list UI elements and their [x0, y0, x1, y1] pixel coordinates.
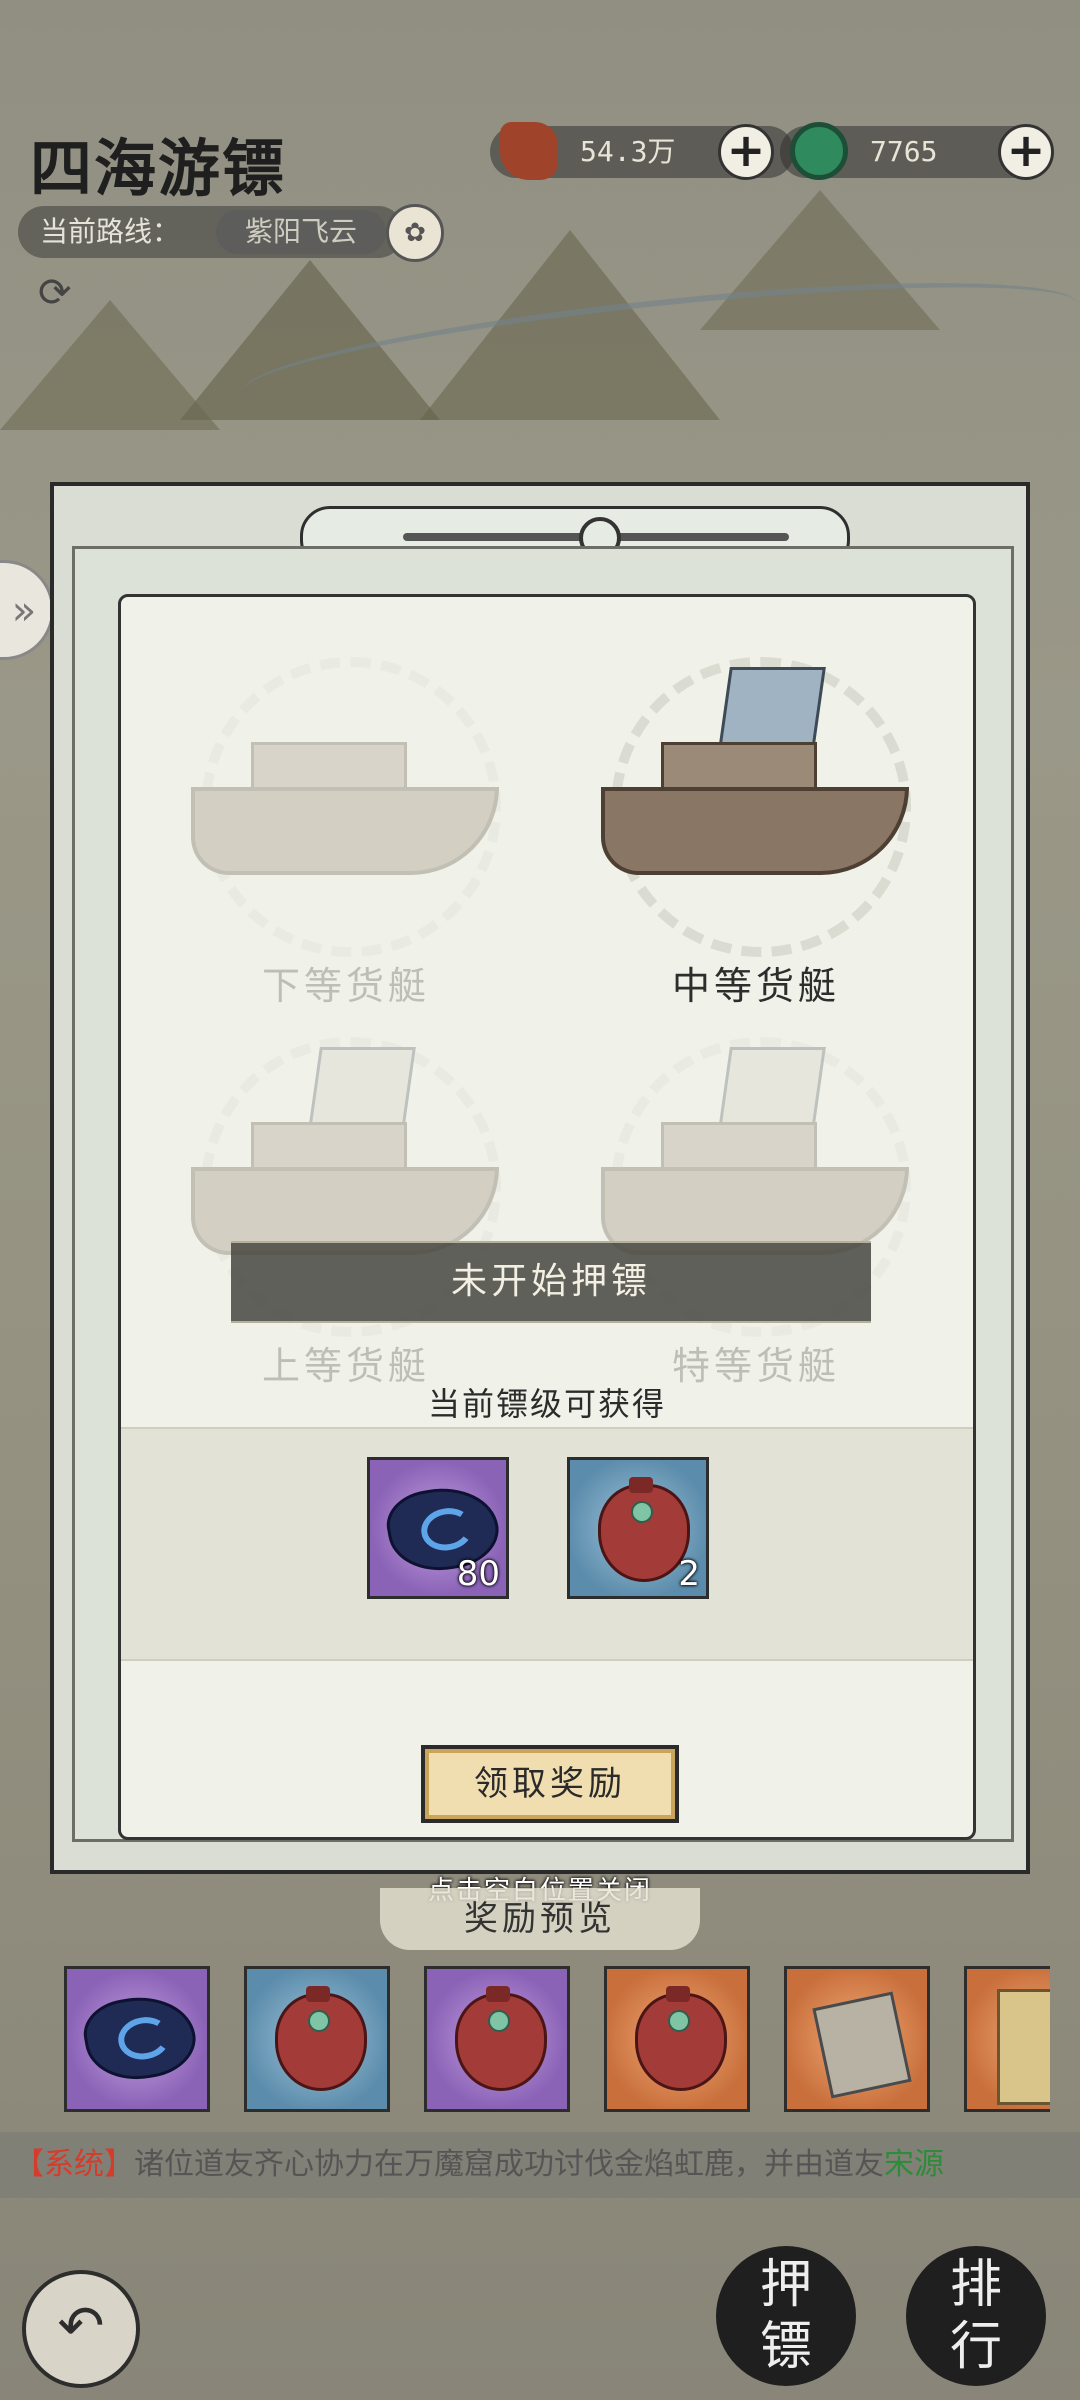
system-player-name: 宋源 [884, 2147, 944, 2182]
reward-count: 2 [678, 1554, 700, 1594]
escort-status-banner: 未开始押镖 [231, 1241, 871, 1323]
reward-item-spirit-stone[interactable]: 80 [367, 1457, 509, 1599]
boat-hull [191, 787, 499, 875]
boat-option-special[interactable]: 特等货艇 [561, 1017, 951, 1388]
reward-preview-title: 奖励预览 [380, 1888, 700, 1950]
reward-item-red-pouch[interactable]: 2 [567, 1457, 709, 1599]
refresh-icon[interactable]: ⟳ [38, 270, 72, 316]
ranking-button[interactable]: 排 行 [906, 2246, 1046, 2386]
preview-item-red-pouch[interactable] [604, 1966, 750, 2112]
escort-label-2: 镖 [759, 2317, 812, 2377]
boat-option-mid[interactable]: 中等货艇 [561, 637, 951, 1008]
jade-coin-icon [790, 122, 848, 180]
copper-currency-value: 54.3万 [580, 135, 676, 168]
reward-preview-row [30, 1958, 1050, 2118]
current-route-bar: 当前路线： 紫阳飞云 [18, 206, 404, 258]
preview-item-red-pouch[interactable] [424, 1966, 570, 2112]
red-pouch-icon [455, 1986, 547, 2091]
escort-label-1: 押 [759, 2255, 812, 2315]
boat-option-low[interactable]: 下等货艇 [151, 637, 541, 1008]
preview-item-scroll-book[interactable] [964, 1966, 1050, 2112]
preview-item-red-pouch[interactable] [244, 1966, 390, 2112]
spirit-stone-icon [78, 1988, 202, 2088]
add-jade-button[interactable]: + [998, 124, 1054, 180]
preview-item-spirit-stone[interactable] [64, 1966, 210, 2112]
reward-count: 80 [456, 1554, 500, 1594]
escort-modal: 下等货艇 中等货艇 上等货艇 特等货艇 未开始押镖 当前镖级可获得 80 2 领… [50, 482, 1030, 1874]
red-pouch-icon [635, 1986, 727, 2091]
boat-option-high[interactable]: 上等货艇 [151, 1017, 541, 1388]
rank-label-1: 排 [949, 2255, 1002, 2315]
scroll-book-icon [997, 1989, 1050, 2105]
page-title: 四海游镖 [30, 132, 287, 205]
copper-ore-icon [500, 122, 558, 180]
modal-panel: 下等货艇 中等货艇 上等货艇 特等货艇 未开始押镖 当前镖级可获得 80 2 领… [118, 594, 976, 1840]
rank-label-2: 行 [949, 2317, 1002, 2377]
route-label: 当前路线： [40, 215, 181, 248]
scroll-book-icon [812, 1991, 912, 2099]
system-broadcast: 【系统】诸位道友齐心协力在万魔窟成功讨伐金焰虹鹿，并由道友宋源 [0, 2132, 1080, 2198]
red-pouch-icon [275, 1986, 367, 2091]
escort-button[interactable]: 押 镖 [716, 2246, 856, 2386]
back-arrow-icon[interactable]: ↶ [22, 2270, 140, 2388]
lotus-badge-icon[interactable]: ✿ [386, 204, 444, 262]
jade-currency-value: 7765 [870, 135, 938, 168]
preview-item-scroll-book[interactable] [784, 1966, 930, 2112]
boat-label: 下等货艇 [261, 964, 430, 1008]
boat-hull [601, 787, 909, 875]
boat-label: 中等货艇 [671, 964, 840, 1008]
red-pouch-icon [598, 1477, 690, 1582]
add-copper-button[interactable]: + [718, 124, 774, 180]
system-tag: 【系统】 [14, 2147, 134, 2182]
route-value[interactable]: 紫阳飞云 [216, 210, 386, 254]
system-text: 诸位道友齐心协力在万魔窟成功讨伐金焰虹鹿，并由道友 [134, 2147, 884, 2182]
claim-reward-button[interactable]: 领取奖励 [421, 1745, 679, 1823]
reward-caption: 当前镖级可获得 [427, 1385, 666, 1423]
reward-strip: 80 2 [121, 1427, 973, 1661]
